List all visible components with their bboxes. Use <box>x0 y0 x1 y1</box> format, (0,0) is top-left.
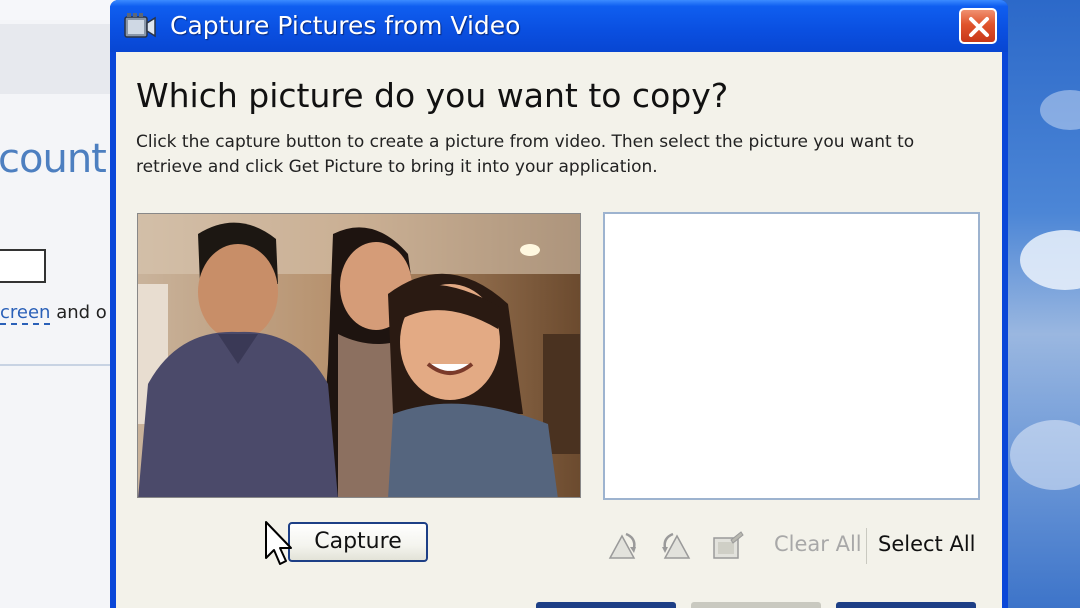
captured-pictures-panel[interactable] <box>603 212 980 500</box>
capture-dialog: Capture Pictures from Video Which pictur… <box>110 0 1008 608</box>
bottom-button-partial[interactable] <box>691 602 821 608</box>
mouse-pointer-icon <box>263 520 293 572</box>
close-icon <box>969 17 989 37</box>
dialog-client-area: Which picture do you want to copy? Click… <box>116 52 1002 608</box>
rotate-left-icon[interactable] <box>606 530 640 562</box>
background-window-text: creen and o <box>0 302 107 325</box>
title-bar[interactable]: Capture Pictures from Video <box>110 0 1008 52</box>
toolbar-separator <box>866 528 867 564</box>
desktop-background <box>1000 0 1080 608</box>
camera-film-icon <box>123 11 157 41</box>
bottom-button-partial[interactable] <box>836 602 976 608</box>
background-window-header <box>0 24 120 94</box>
capture-button[interactable]: Capture <box>288 522 428 562</box>
picture-properties-icon[interactable] <box>711 530 745 562</box>
background-window-topbar <box>0 0 120 20</box>
clear-all-button[interactable]: Clear All <box>774 532 862 556</box>
bottom-button-partial[interactable] <box>536 602 676 608</box>
close-button[interactable] <box>959 8 997 44</box>
video-preview[interactable] <box>137 213 581 498</box>
dialog-title: Capture Pictures from Video <box>170 11 521 40</box>
background-window-textbox[interactable] <box>0 249 46 283</box>
rotate-right-icon[interactable] <box>659 530 693 562</box>
background-window-text-fragment: and o <box>50 302 107 323</box>
background-window-heading: count <box>0 136 107 182</box>
select-all-button[interactable]: Select All <box>878 532 976 556</box>
dialog-question: Which picture do you want to copy? <box>136 76 729 115</box>
background-window-divider <box>0 364 120 366</box>
background-window: count creen and o <box>0 0 120 608</box>
dialog-instructions: Click the capture button to create a pic… <box>136 132 915 177</box>
background-window-link[interactable]: creen <box>0 302 51 325</box>
